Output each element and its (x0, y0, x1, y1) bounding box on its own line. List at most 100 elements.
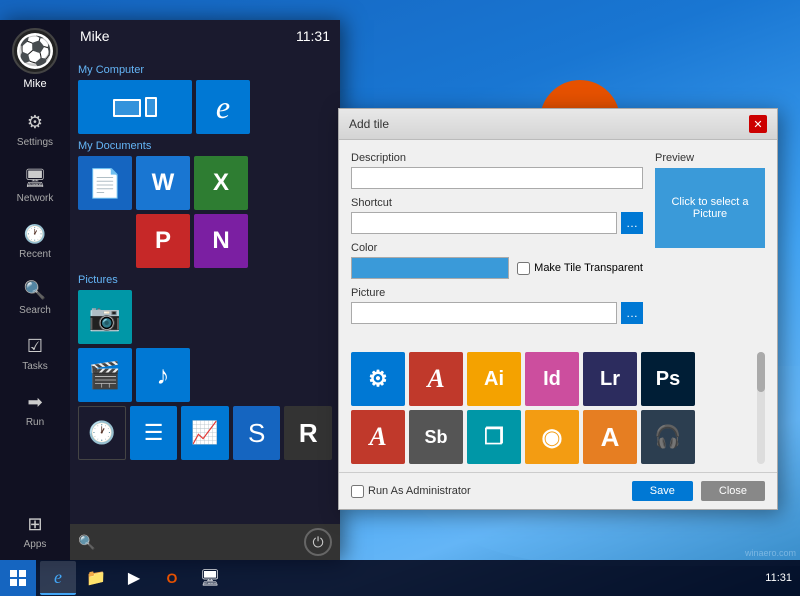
app-acrobat[interactable]: A (409, 352, 463, 406)
app-acrobat2[interactable]: A (351, 410, 405, 464)
heartbeat-icon: 📈 (191, 420, 218, 446)
taskbar-clock: 11:31 (765, 572, 800, 584)
tiles-grid: My Computer e (70, 52, 340, 524)
tile-skype[interactable]: S (233, 406, 281, 460)
computer-icon (113, 97, 157, 117)
color-group: Color Make Tile Transparent (351, 242, 643, 279)
app-media-enc[interactable]: ◉ (525, 410, 579, 464)
picture-browse-button[interactable]: … (621, 302, 643, 324)
tile-list[interactable]: ☰ (130, 406, 178, 460)
clock-icon: 🕐 (88, 420, 115, 446)
sidebar-item-network[interactable]: 🖥 Network (0, 158, 70, 214)
app-creative-cloud[interactable]: A (583, 410, 637, 464)
app-lightroom[interactable]: Lr (583, 352, 637, 406)
recent-label: Recent (19, 249, 51, 260)
picture-input[interactable] (351, 302, 617, 324)
color-select[interactable] (351, 257, 509, 279)
apps-row-2: A Sb ❐ ◉ A 🎧 (351, 410, 765, 464)
sidebar-item-recent[interactable]: 🕐 Recent (0, 214, 70, 270)
close-button[interactable]: Close (701, 481, 765, 501)
sidebar-item-tasks[interactable]: ☑ Tasks (0, 326, 70, 382)
add-tile-dialog: Add tile ✕ Description Shortcut … Color (338, 108, 778, 510)
preview-click-text: Click to select a Picture (655, 192, 765, 224)
scrollbar-thumb (757, 352, 765, 392)
transparent-label: Make Tile Transparent (534, 262, 643, 274)
speedgrade-icon: Sb (424, 427, 447, 448)
start-button[interactable] (0, 560, 36, 596)
sidebar-item-run[interactable]: ➡ Run (0, 382, 70, 438)
shortcut-input[interactable] (351, 212, 617, 234)
run-admin-checkbox[interactable] (351, 485, 364, 498)
taskbar-explorer[interactable]: 📁 (78, 561, 114, 595)
shortcut-label: Shortcut (351, 197, 643, 209)
tile-heartbeat[interactable]: 📈 (181, 406, 229, 460)
taskbar: e 📁 ▶ O 🖥 11:31 (0, 560, 800, 596)
app-speedgrade[interactable]: Sb (409, 410, 463, 464)
color-label: Color (351, 242, 643, 254)
recent-icon: 🕐 (24, 224, 46, 245)
tile-ie[interactable]: e (196, 80, 250, 134)
preview-panel: Preview Click to select a Picture (655, 152, 765, 332)
app-illustrator[interactable]: Ai (467, 352, 521, 406)
tile-music[interactable]: ♪ (136, 348, 190, 402)
taskbar-ie[interactable]: e (40, 561, 76, 595)
app-headphones[interactable]: 🎧 (641, 410, 695, 464)
tiles-row-3: P N (78, 214, 332, 268)
windows-icon (10, 570, 26, 586)
power-button[interactable]: ⏻ (304, 528, 332, 556)
preview-box[interactable]: Click to select a Picture (655, 168, 765, 248)
tiles-row-6: 🕐 ☰ 📈 S R (78, 406, 332, 460)
taskbar-media-icon: ▶ (128, 568, 140, 588)
apps-icon: ⊞ (27, 514, 42, 535)
apps-scrollbar[interactable] (757, 352, 765, 464)
tiles-row-2: 📄 W X (78, 156, 332, 210)
tiles-row-5: 🎬 ♪ (78, 348, 332, 402)
tile-excel[interactable]: X (194, 156, 248, 210)
tile-camera[interactable]: 📷 (78, 290, 132, 344)
taskbar-mediaplayer[interactable]: ▶ (116, 561, 152, 595)
description-input[interactable] (351, 167, 643, 189)
media-enc-icon: ◉ (542, 423, 563, 452)
app-indesign[interactable]: Id (525, 352, 579, 406)
start-username-top: Mike (80, 28, 110, 44)
dialog-title: Add tile (349, 117, 389, 131)
taskbar-wmplayer[interactable]: 🖥 (192, 561, 228, 595)
picture-label: Picture (351, 287, 643, 299)
tasks-icon: ☑ (27, 336, 43, 357)
tiles-row-1: e (78, 80, 332, 134)
transparent-checkbox-group: Make Tile Transparent (517, 262, 643, 275)
search-label: Search (19, 305, 51, 316)
tile-my-computer[interactable] (78, 80, 192, 134)
app-photoshop[interactable]: Ps (641, 352, 695, 406)
tile-r[interactable]: R (284, 406, 332, 460)
transparent-checkbox[interactable] (517, 262, 530, 275)
tile-word[interactable]: W (136, 156, 190, 210)
description-group: Description (351, 152, 643, 189)
search-icon: 🔍 (24, 280, 46, 301)
tile-clock[interactable]: 🕐 (78, 406, 126, 460)
tile-video[interactable]: 🎬 (78, 348, 132, 402)
files-icon: ❐ (484, 424, 504, 450)
browse-button[interactable]: … (621, 212, 643, 234)
app-settings[interactable]: ⚙ (351, 352, 405, 406)
search-input[interactable] (101, 535, 298, 549)
taskbar-outlook[interactable]: O (154, 561, 190, 595)
sidebar-item-settings[interactable]: ⚙ Settings (0, 102, 70, 158)
tile-powerpoint[interactable]: P (136, 214, 190, 268)
camera-icon: 📷 (89, 302, 121, 333)
headphones-icon: 🎧 (654, 424, 681, 450)
sidebar-item-search[interactable]: 🔍 Search (0, 270, 70, 326)
app-files[interactable]: ❐ (467, 410, 521, 464)
music-icon: ♪ (157, 360, 170, 391)
user-avatar[interactable] (12, 28, 58, 74)
run-admin-label: Run As Administrator (368, 485, 471, 497)
save-button[interactable]: Save (632, 481, 693, 501)
sidebar-item-apps[interactable]: ⊞ Apps (0, 504, 70, 560)
tile-onenote[interactable]: N (194, 214, 248, 268)
tile-documents[interactable]: 📄 (78, 156, 132, 210)
dialog-close-button[interactable]: ✕ (749, 115, 767, 133)
network-label: Network (17, 193, 54, 204)
start-sidebar: Mike ⚙ Settings 🖥 Network 🕐 Recent 🔍 Sea… (0, 20, 70, 560)
preview-label: Preview (655, 152, 765, 164)
section-my-documents: My Documents (78, 140, 332, 152)
